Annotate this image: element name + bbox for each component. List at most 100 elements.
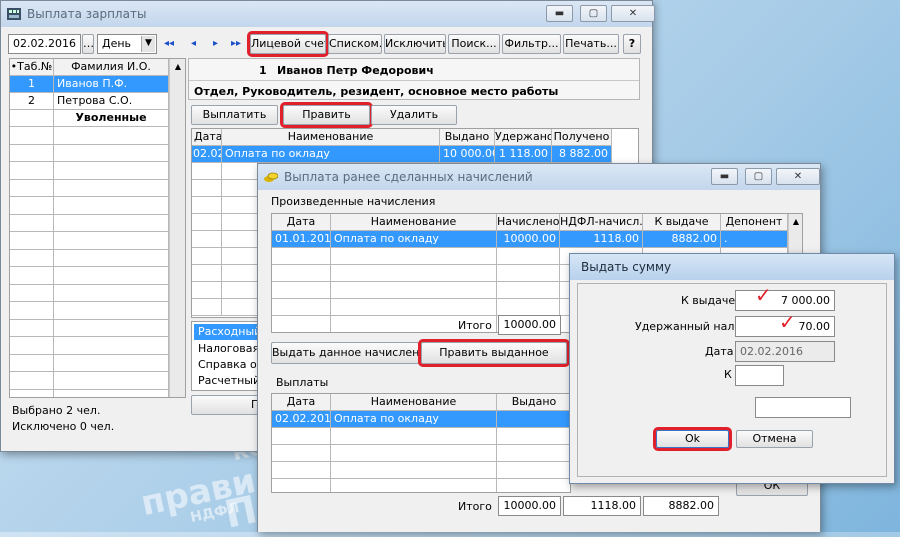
acc-header-accrued[interactable]: Начислено xyxy=(497,214,560,231)
k-field[interactable] xyxy=(735,365,784,386)
table-row[interactable]: 1 xyxy=(10,76,54,93)
exclude-button[interactable]: Исключить xyxy=(384,34,446,54)
scroll-up-icon[interactable]: ▲ xyxy=(170,59,185,75)
empty-cell xyxy=(10,267,54,285)
acc-header-deponent[interactable]: Депонент xyxy=(721,214,788,231)
scroll-up-icon[interactable]: ▲ xyxy=(789,214,802,230)
pay-header-date[interactable]: Дата xyxy=(192,129,222,146)
dismissed-label[interactable]: Уволенные xyxy=(54,110,169,127)
acc-header-topay[interactable]: К выдаче xyxy=(643,214,721,231)
maximize-button[interactable]: ▢ xyxy=(580,5,607,22)
emp-header-name[interactable]: Фамилия И.О. xyxy=(54,59,169,76)
table-row[interactable]: 8882.00 xyxy=(643,231,721,248)
nav-first-icon[interactable]: ◂◂ xyxy=(164,38,174,49)
empty-cell xyxy=(10,354,54,372)
table-row[interactable]: . xyxy=(721,231,788,248)
empty-cell xyxy=(497,445,570,462)
issue-amount-body xyxy=(577,283,887,477)
date-picker-button[interactable]: … xyxy=(82,34,94,54)
period-select[interactable]: День ▼ xyxy=(97,34,157,54)
topay-field[interactable]: 7 000.00 xyxy=(735,290,835,311)
list-item[interactable]: Расчетный xyxy=(198,374,260,387)
edit-button[interactable]: Править xyxy=(280,102,373,128)
empty-cell xyxy=(54,179,169,197)
pay-header-name[interactable]: Наименование xyxy=(222,129,440,146)
empty-cell xyxy=(192,214,222,231)
tax-label: Удержанный налог xyxy=(635,320,747,333)
table-row[interactable] xyxy=(497,411,570,428)
dpay-header-name[interactable]: Наименование xyxy=(331,394,497,411)
personal-account-button[interactable]: Лицевой счет xyxy=(247,31,329,57)
app-icon xyxy=(7,8,21,20)
emp-scrollbar[interactable]: ▲ xyxy=(169,59,185,397)
period-value: День xyxy=(102,37,132,50)
empty-cell xyxy=(272,316,331,332)
chevron-down-icon: ▼ xyxy=(141,36,155,52)
nav-prev-icon[interactable]: ◂ xyxy=(191,38,196,49)
filter-button[interactable]: Фильтр... xyxy=(502,34,561,54)
nav-last-icon[interactable]: ▸▸ xyxy=(231,38,241,49)
empty-cell xyxy=(272,462,331,479)
search-button[interactable]: Поиск... xyxy=(448,34,500,54)
cancel-button[interactable]: Отмена xyxy=(736,430,813,448)
acc-header-date[interactable]: Дата xyxy=(272,214,331,231)
acc-header-ndfl[interactable]: НДФЛ-начисл. xyxy=(560,214,643,231)
table-row[interactable]: 02.02 xyxy=(192,146,222,163)
table-row[interactable]: Иванов П.Ф. xyxy=(54,76,169,93)
pay-button[interactable]: Выплатить xyxy=(191,105,278,125)
date-field[interactable]: 02.02.2016 xyxy=(8,34,81,54)
minimize-button[interactable]: ▬ xyxy=(711,168,738,185)
empty-cell xyxy=(497,428,570,445)
empty-cell xyxy=(272,445,331,462)
table-row[interactable]: 02.02.2016 xyxy=(272,411,331,428)
table-row[interactable]: 8 882.00 xyxy=(552,146,612,163)
pay-header-received[interactable]: Получено xyxy=(552,129,612,146)
accruals-section-label: Произведенные начисления xyxy=(271,195,436,208)
table-row[interactable]: 1118.00 xyxy=(560,231,643,248)
table-row[interactable]: Оплата по окладу xyxy=(222,146,440,163)
empty-cell xyxy=(10,214,54,232)
list-button[interactable]: Списком... xyxy=(328,34,382,54)
edit-issued-button[interactable]: Править выданное xyxy=(418,339,570,367)
table-row[interactable]: 10 000.00 xyxy=(440,146,495,163)
nav-next-icon[interactable]: ▸ xyxy=(213,38,218,49)
empty-cell xyxy=(10,389,54,397)
emp-header-num[interactable]: •Таб.№ xyxy=(10,59,54,76)
table-row[interactable]: Петрова С.О. xyxy=(54,93,169,110)
empty-cell xyxy=(497,248,560,265)
acc-header-name[interactable]: Наименование xyxy=(331,214,497,231)
list-item[interactable]: Налоговая xyxy=(198,342,259,355)
table-row[interactable]: Оплата по окладу xyxy=(331,411,497,428)
minimize-button[interactable]: ▬ xyxy=(546,5,573,22)
employee-info: Отдел, Руководитель, резидент, основное … xyxy=(194,85,559,98)
table-row[interactable]: 10000.00 xyxy=(497,231,560,248)
table-row[interactable]: 01.01.2016 xyxy=(272,231,331,248)
table-row[interactable]: Оплата по окладу xyxy=(331,231,497,248)
delete-button[interactable]: Удалить xyxy=(371,105,457,125)
empty-cell xyxy=(192,231,222,248)
help-button[interactable]: ? xyxy=(623,34,641,54)
empty-cell xyxy=(54,372,169,390)
empty-cell xyxy=(10,284,54,302)
close-button[interactable]: ✕ xyxy=(611,5,655,22)
print-button[interactable]: Печать... xyxy=(563,34,619,54)
ok-button[interactable]: Ok xyxy=(653,427,732,451)
maximize-button[interactable]: ▢ xyxy=(745,168,772,185)
extra-field[interactable] xyxy=(755,397,851,418)
dpay-header-issued[interactable]: Выдано xyxy=(497,394,570,411)
issue-accrual-button[interactable]: Выдать данное начисление xyxy=(271,342,419,364)
pay-header-issued[interactable]: Выдано xyxy=(440,129,495,146)
empty-cell xyxy=(331,479,497,492)
empty-cell xyxy=(497,479,570,492)
close-button[interactable]: ✕ xyxy=(776,168,820,185)
table-row[interactable]: 1 118.00 xyxy=(495,146,552,163)
table-row[interactable]: 2 xyxy=(10,93,54,110)
empty-cell xyxy=(10,179,54,197)
pay-header-withheld[interactable]: Удержано xyxy=(495,129,552,146)
empty-cell xyxy=(54,302,169,320)
empty-cell xyxy=(10,127,54,145)
empty-cell xyxy=(272,299,331,316)
acc-total-label: Итого xyxy=(458,319,492,332)
k-label: К xyxy=(724,368,732,381)
dpay-header-date[interactable]: Дата xyxy=(272,394,331,411)
